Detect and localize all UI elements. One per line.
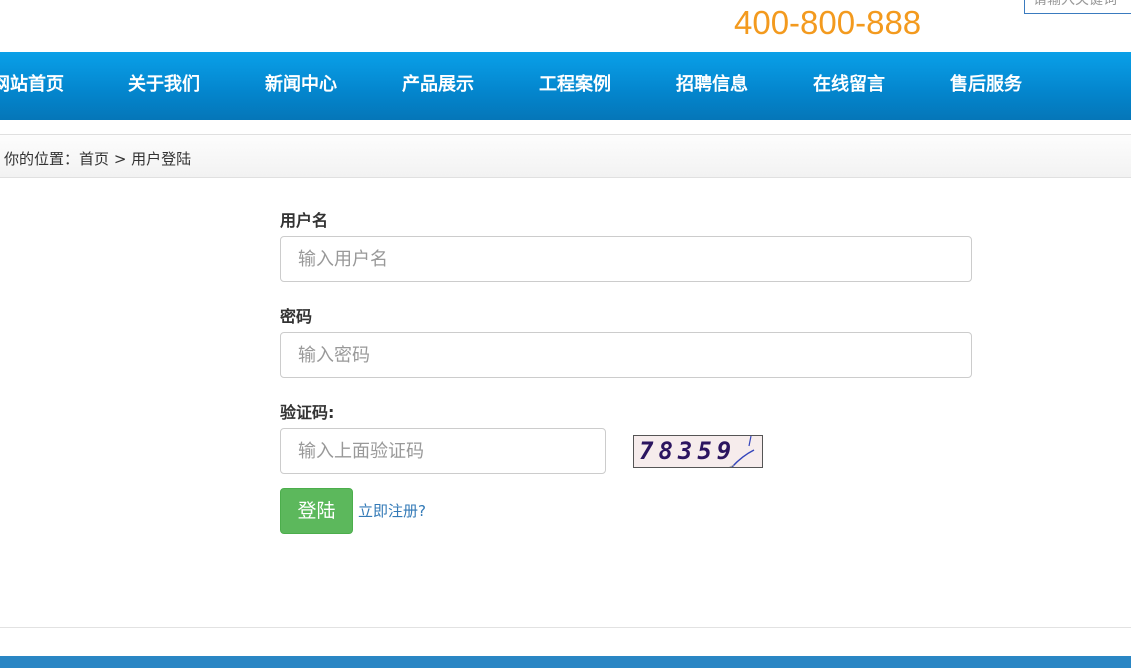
- top-bar: 400-800-888 请输入关键词: [0, 0, 1131, 52]
- captcha-noise: [729, 436, 755, 467]
- breadcrumb: 你的位置：首页 > 用户登陆: [4, 148, 191, 169]
- captcha-image[interactable]: 78359: [633, 435, 763, 468]
- breadcrumb-separator: >: [113, 150, 127, 168]
- username-label: 用户名: [280, 211, 329, 230]
- footer-divider: [0, 627, 1131, 628]
- nav-item-service[interactable]: 售后服务: [950, 52, 1022, 120]
- captcha-label: 验证码:: [280, 403, 335, 422]
- nav-item-home[interactable]: 网站首页: [0, 52, 64, 120]
- nav-item-message[interactable]: 在线留言: [813, 52, 885, 120]
- search-input[interactable]: 请输入关键词: [1024, 0, 1131, 14]
- breadcrumb-current: 用户登陆: [131, 150, 192, 168]
- register-link[interactable]: 立即注册?: [358, 500, 426, 521]
- nav-item-products[interactable]: 产品展示: [402, 52, 474, 120]
- password-field[interactable]: [280, 332, 972, 378]
- phone-number: 400-800-888: [734, 4, 922, 41]
- footer-bar: [0, 656, 1131, 668]
- login-button[interactable]: 登陆: [280, 488, 353, 534]
- main-nav: 网站首页 关于我们 新闻中心 产品展示 工程案例 招聘信息 在线留言 售后服务: [0, 52, 1131, 120]
- breadcrumb-bar: 你的位置：首页 > 用户登陆: [0, 134, 1131, 178]
- captcha-field[interactable]: [280, 428, 606, 474]
- nav-item-jobs[interactable]: 招聘信息: [676, 52, 748, 120]
- nav-item-cases[interactable]: 工程案例: [539, 52, 611, 120]
- password-label: 密码: [280, 307, 313, 326]
- nav-item-news[interactable]: 新闻中心: [265, 52, 337, 120]
- nav-item-about[interactable]: 关于我们: [128, 52, 200, 120]
- breadcrumb-home-link[interactable]: 首页: [79, 150, 109, 168]
- breadcrumb-prefix: 你的位置：: [4, 150, 80, 168]
- username-field[interactable]: [280, 236, 972, 282]
